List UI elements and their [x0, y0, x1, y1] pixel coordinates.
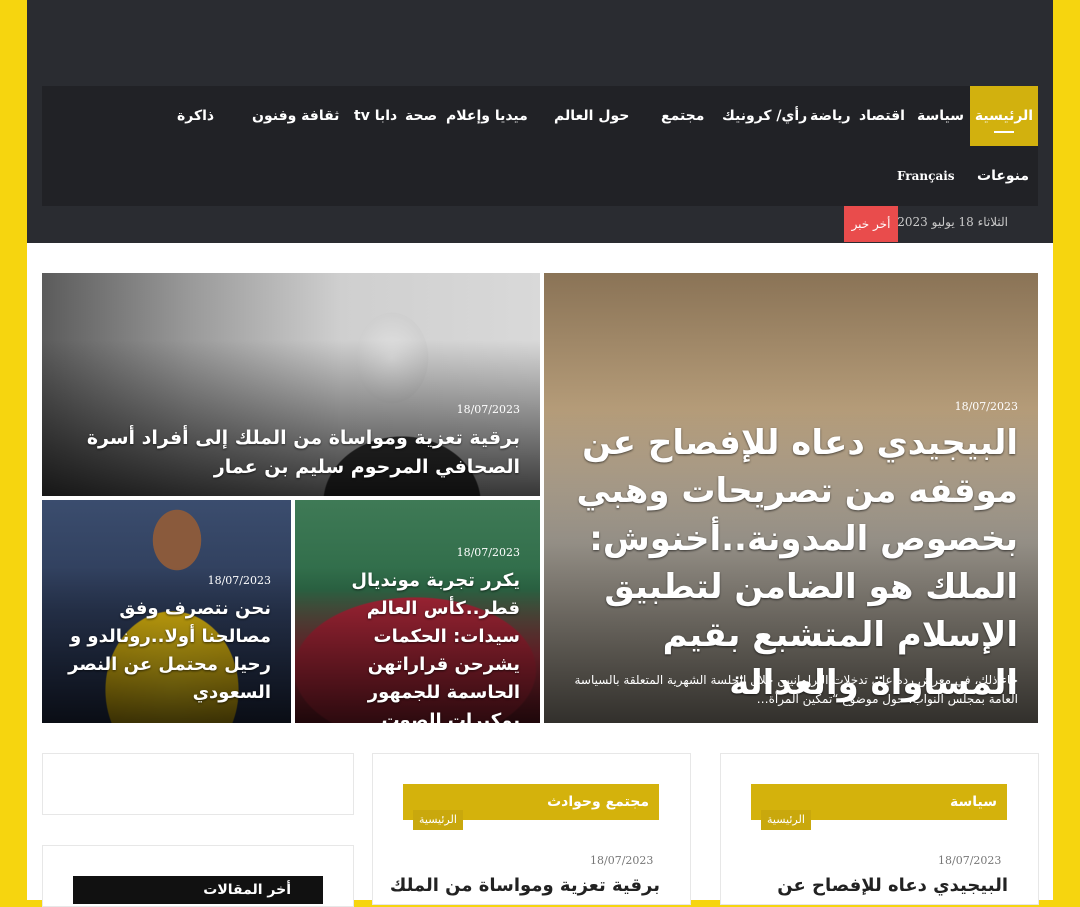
nav-item-health[interactable]: صحة	[405, 86, 437, 146]
nav-item-memory[interactable]: ذاكرة	[177, 86, 214, 146]
featured-top-left-card[interactable]: 18/07/2023 برقية تعزية ومواساة من الملك …	[42, 273, 540, 496]
nav-item-politics[interactable]: سياسة	[917, 86, 964, 146]
item-title[interactable]: برقية تعزية ومواساة من الملك	[390, 875, 660, 896]
page-frame: الرئيسية سياسة اقتصاد رياضة رأي/ كرونيك …	[27, 0, 1053, 907]
breaking-news-label[interactable]: أخر خبر	[844, 206, 898, 242]
sidebar-latest-widget: أخر المقالات	[42, 845, 354, 907]
card-title[interactable]: نحن نتصرف وفق مصالحنا أولا..رونالدو و رح…	[56, 595, 271, 707]
item-date: 18/07/2023	[590, 854, 654, 867]
nav-item-world[interactable]: حول العالم	[554, 86, 629, 146]
card-title[interactable]: البيجيدي دعاه للإفصاح عن موقفه من تصريحا…	[558, 419, 1019, 707]
nav-item-society[interactable]: مجتمع	[661, 86, 704, 146]
nav-item-media[interactable]: ميديا وإعلام	[446, 86, 528, 146]
category-tag[interactable]: الرئيسية	[761, 810, 811, 830]
nav-item-opinion[interactable]: رأي/ كرونيك	[722, 86, 807, 146]
active-underline	[994, 131, 1014, 133]
site-header: الرئيسية سياسة اقتصاد رياضة رأي/ كرونيك …	[27, 0, 1053, 243]
featured-bottom-mid-card[interactable]: 18/07/2023 يكرر تجربة مونديال قطر..كأس ا…	[295, 500, 540, 723]
card-date: 18/07/2023	[456, 546, 520, 559]
category-tag[interactable]: الرئيسية	[413, 810, 463, 830]
card-date: 18/07/2023	[456, 403, 520, 416]
card-date: 18/07/2023	[207, 574, 271, 587]
ticker-bar: الثلاثاء 18 يوليو 2023 أخر خبر	[42, 206, 1038, 243]
nav-item-french[interactable]: Français	[897, 146, 955, 206]
item-title[interactable]: البيجيدي دعاه للإفصاح عن	[777, 875, 1008, 896]
card-title[interactable]: يكرر تجربة مونديال قطر..كأس العالم سيدات…	[305, 567, 520, 723]
nav-item-economy[interactable]: اقتصاد	[859, 86, 905, 146]
section-politics: سياسة الرئيسية 18/07/2023 البيجيدي دعاه …	[720, 753, 1039, 905]
item-date: 18/07/2023	[938, 854, 1002, 867]
nav-item-culture[interactable]: ثقافة وفنون	[252, 86, 339, 146]
nav-item-home[interactable]: الرئيسية	[970, 86, 1038, 146]
nav-item-sports[interactable]: رياضة	[810, 86, 851, 146]
card-title[interactable]: برقية تعزية ومواساة من الملك إلى أفراد أ…	[50, 424, 520, 482]
main-nav: الرئيسية سياسة اقتصاد رياضة رأي/ كرونيك …	[42, 86, 1038, 206]
section-society: مجتمع وحوادث الرئيسية 18/07/2023 برقية ت…	[372, 753, 691, 905]
sidebar-empty-widget	[42, 753, 354, 815]
nav-item-daba-tv[interactable]: دابا tv	[354, 86, 397, 146]
current-date: الثلاثاء 18 يوليو 2023	[897, 215, 1008, 229]
featured-bottom-left-card[interactable]: 18/07/2023 نحن نتصرف وفق مصالحنا أولا..ر…	[42, 500, 291, 723]
featured-main-card[interactable]: 18/07/2023 البيجيدي دعاه للإفصاح عن موقف…	[544, 273, 1038, 723]
card-date: 18/07/2023	[954, 400, 1018, 413]
nav-item-label: الرئيسية	[974, 108, 1034, 124]
card-excerpt: جاء ذلك، في معرض رده على تدخلات البرلمان…	[574, 673, 1018, 706]
nav-item-misc[interactable]: منوعات	[977, 146, 1029, 206]
